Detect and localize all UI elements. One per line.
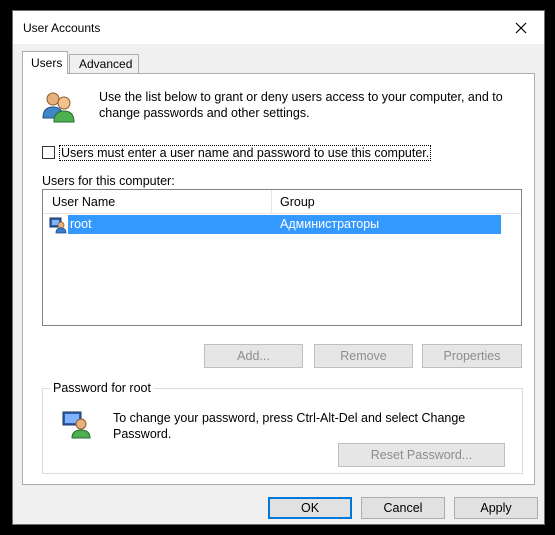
reset-password-button-label: Reset Password... <box>370 448 473 462</box>
ok-button-label: OK <box>300 501 320 515</box>
apply-button[interactable]: Apply <box>454 497 538 519</box>
tab-advanced[interactable]: Advanced <box>69 54 139 74</box>
remove-button[interactable]: Remove <box>314 344 413 368</box>
window-title: User Accounts <box>23 21 101 35</box>
user-icon <box>49 217 67 234</box>
cancel-button-label: Cancel <box>383 501 423 515</box>
user-password-icon <box>62 411 91 439</box>
title-bar[interactable]: User Accounts <box>13 11 544 44</box>
require-password-checkbox[interactable] <box>42 146 55 159</box>
users-list[interactable]: User Name Group root Администраторы <box>42 189 522 326</box>
properties-button-label: Properties <box>443 349 501 363</box>
close-icon <box>515 22 527 33</box>
column-divider[interactable] <box>271 190 272 214</box>
ok-button[interactable]: OK <box>268 497 352 519</box>
cell-user-name: root <box>70 217 92 231</box>
table-row[interactable]: root Администраторы <box>43 215 501 235</box>
password-group-title: Password for root <box>50 381 154 395</box>
require-password-checkbox-row[interactable]: Users must enter a user name and passwor… <box>42 144 432 161</box>
password-instructions: To change your password, press Ctrl-Alt-… <box>113 411 466 441</box>
apply-button-label: Apply <box>480 501 512 515</box>
users-for-computer-label: Users for this computer: <box>42 174 175 188</box>
list-header: User Name Group <box>43 190 521 214</box>
reset-password-button[interactable]: Reset Password... <box>338 443 505 467</box>
remove-button-label: Remove <box>340 349 387 363</box>
require-password-label[interactable]: Users must enter a user name and passwor… <box>58 144 432 161</box>
intro-text: Use the list below to grant or deny user… <box>99 90 503 120</box>
close-button[interactable] <box>498 11 544 44</box>
column-user-name[interactable]: User Name <box>52 195 115 209</box>
users-icon <box>42 92 75 123</box>
users-tab-panel: Use the list below to grant or deny user… <box>22 73 535 485</box>
column-group[interactable]: Group <box>280 195 315 209</box>
add-button-label: Add... <box>237 349 270 363</box>
tab-users-label: Users <box>31 56 63 70</box>
cell-group: Администраторы <box>280 217 380 231</box>
cancel-button[interactable]: Cancel <box>361 497 445 519</box>
add-button[interactable]: Add... <box>204 344 303 368</box>
properties-button[interactable]: Properties <box>422 344 522 368</box>
user-accounts-window: User Accounts Users Advanced Use the lis… <box>12 10 545 525</box>
tab-users[interactable]: Users <box>22 51 68 74</box>
tab-advanced-label: Advanced <box>79 57 133 71</box>
